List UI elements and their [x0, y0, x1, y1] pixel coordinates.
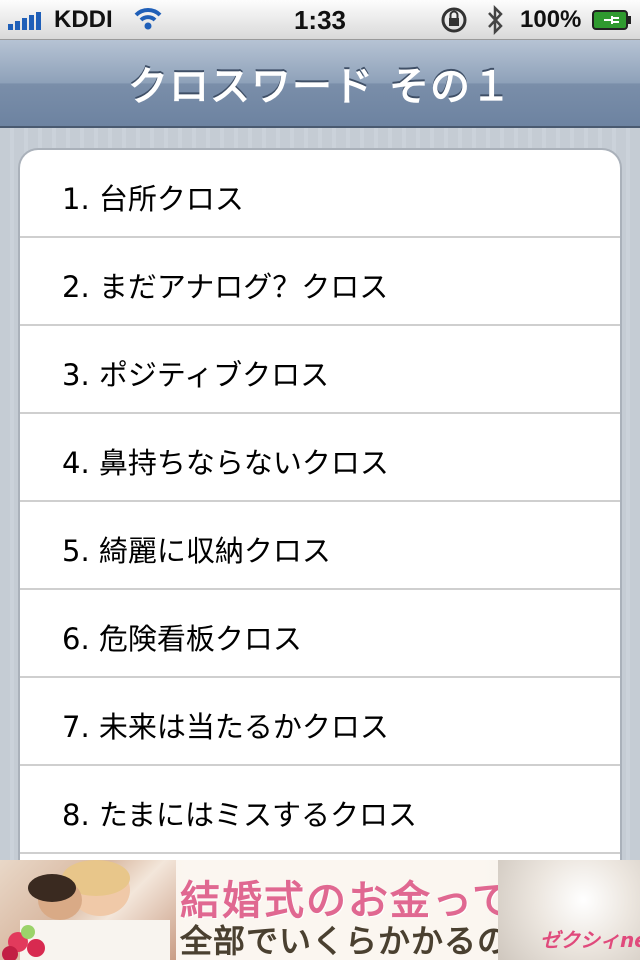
list-item-label: 2. まだアナログ？クロス	[62, 270, 389, 304]
ad-photo	[0, 860, 176, 960]
ad-image	[2, 860, 170, 960]
list-item-label: 3. ポジティブクロス	[62, 358, 330, 392]
status-bar: KDDI 1:33 100%	[0, 0, 640, 40]
ad-banner[interactable]: 結婚式のお金って 全部でいくらかかるの？ ゼクシィnet	[0, 860, 640, 960]
list-item[interactable]: 5. 綺麗に収納クロス	[20, 502, 620, 590]
page-title: クロスワード その１	[128, 64, 512, 110]
battery-icon	[592, 10, 631, 30]
list-item-label: 1. 台所クロス	[62, 182, 244, 216]
list-item[interactable]: 6. 危険看板クロス	[20, 590, 620, 678]
ad-subheadline: 全部でいくらかかるの？	[180, 922, 544, 960]
list-item-label: 7. 未来は当たるかクロス	[62, 710, 389, 744]
list-item[interactable]: 4. 鼻持ちならないクロス	[20, 414, 620, 502]
crossword-list: 1. 台所クロス 2. まだアナログ？クロス 3. ポジティブクロス 4. 鼻持…	[18, 148, 622, 888]
list-item[interactable]: 3. ポジティブクロス	[20, 326, 620, 414]
list-item[interactable]: 8. たまにはミスするクロス	[20, 766, 620, 854]
rotation-lock-icon	[441, 7, 467, 33]
list-item[interactable]: 1. 台所クロス	[20, 150, 620, 238]
list-item-label: 4. 鼻持ちならないクロス	[62, 446, 389, 480]
list-item-label: 6. 危険看板クロス	[62, 622, 302, 656]
list-item-label: 8. たまにはミスするクロス	[62, 798, 418, 832]
battery-percent: 100%	[520, 6, 582, 33]
list-item[interactable]: 2. まだアナログ？クロス	[20, 238, 620, 326]
list-item[interactable]: 7. 未来は当たるかクロス	[20, 678, 620, 766]
navigation-bar: クロスワード その１	[0, 40, 640, 128]
bluetooth-icon	[488, 5, 503, 35]
list-item-label: 5. 綺麗に収納クロス	[62, 534, 331, 568]
ad-brand-logo: ゼクシィnet	[540, 928, 640, 952]
